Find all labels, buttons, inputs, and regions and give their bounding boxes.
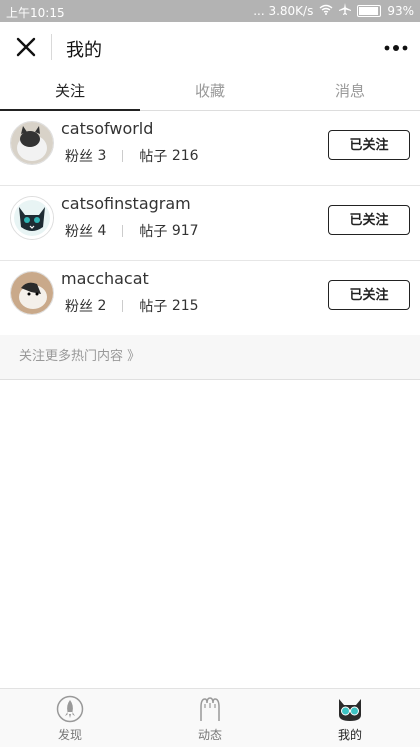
posts-label: 帖子: [139, 224, 168, 240]
wifi-icon: [319, 4, 333, 18]
close-button[interactable]: [12, 33, 40, 61]
bottom-nav: 发现 动态 我的: [0, 688, 420, 747]
nav-feed[interactable]: 动态: [140, 689, 280, 747]
fans-count: 2: [97, 298, 107, 314]
stats-divider: [122, 225, 124, 237]
posts-count: 215: [171, 298, 199, 314]
tab-bar: 关注 收藏 消息: [0, 72, 420, 111]
status-right: ... 3.80K/s 93%: [253, 3, 414, 18]
fans-label: 粉丝: [65, 299, 93, 315]
following-button[interactable]: 已关注: [328, 130, 410, 160]
posts-label: 帖子: [139, 149, 168, 165]
more-options-button[interactable]: [384, 38, 408, 58]
status-bar: 上午10:15 ... 3.80K/s 93%: [0, 0, 420, 22]
fans-label: 粉丝: [65, 149, 93, 165]
fans-count: 3: [97, 148, 107, 164]
following-button[interactable]: 已关注: [328, 280, 410, 310]
tab-following[interactable]: 关注: [0, 72, 140, 111]
tab-favorites[interactable]: 收藏: [140, 72, 280, 110]
following-button[interactable]: 已关注: [328, 205, 410, 235]
username[interactable]: catsofworld: [61, 119, 153, 138]
avatar[interactable]: [10, 271, 54, 315]
tab-messages[interactable]: 消息: [280, 72, 420, 110]
nav-me[interactable]: 我的: [280, 689, 420, 747]
network-speed: ... 3.80K/s: [253, 3, 314, 18]
status-time: 上午10:15: [6, 6, 65, 20]
fans-count: 4: [97, 223, 107, 239]
stats-divider: [122, 150, 124, 162]
airplane-icon: [339, 3, 352, 18]
username[interactable]: catsofinstagram: [61, 194, 191, 213]
nav-label: 我的: [337, 728, 362, 742]
battery-icon: [357, 4, 382, 17]
posts-label: 帖子: [139, 299, 168, 315]
cat-glasses-icon: [339, 699, 361, 721]
page-title: 我的: [66, 40, 102, 61]
nav-label: 动态: [197, 728, 222, 742]
user-stats: 粉丝 3 帖子 216: [65, 146, 199, 166]
user-stats: 粉丝 4 帖子 917: [65, 221, 199, 241]
follow-more-link[interactable]: 关注更多热门内容 》: [0, 335, 420, 380]
rocket-icon: [56, 695, 84, 723]
fans-label: 粉丝: [65, 224, 93, 240]
avatar[interactable]: [10, 121, 54, 165]
username[interactable]: macchacat: [61, 269, 149, 288]
nav-discover[interactable]: 发现: [0, 689, 140, 747]
list-item[interactable]: catsofinstagram 粉丝 4 帖子 917 已关注: [0, 186, 420, 261]
more-dots-icon: [384, 45, 408, 51]
app-header: 我的: [0, 22, 420, 72]
nav-label: 发现: [57, 728, 82, 742]
cat-paw-icon: [200, 697, 220, 721]
posts-count: 917: [171, 223, 199, 239]
stats-divider: [122, 300, 124, 312]
list-item[interactable]: catsofworld 粉丝 3 帖子 216 已关注: [0, 111, 420, 186]
list-item[interactable]: macchacat 粉丝 2 帖子 215 已关注: [0, 261, 420, 336]
battery-percent: 93%: [387, 3, 414, 18]
close-icon: [16, 37, 36, 57]
posts-count: 216: [171, 148, 199, 164]
header-divider: [51, 34, 52, 60]
avatar[interactable]: [10, 196, 54, 240]
following-list: catsofworld 粉丝 3 帖子 216 已关注 catsofinstag…: [0, 111, 420, 336]
user-stats: 粉丝 2 帖子 215: [65, 296, 199, 316]
